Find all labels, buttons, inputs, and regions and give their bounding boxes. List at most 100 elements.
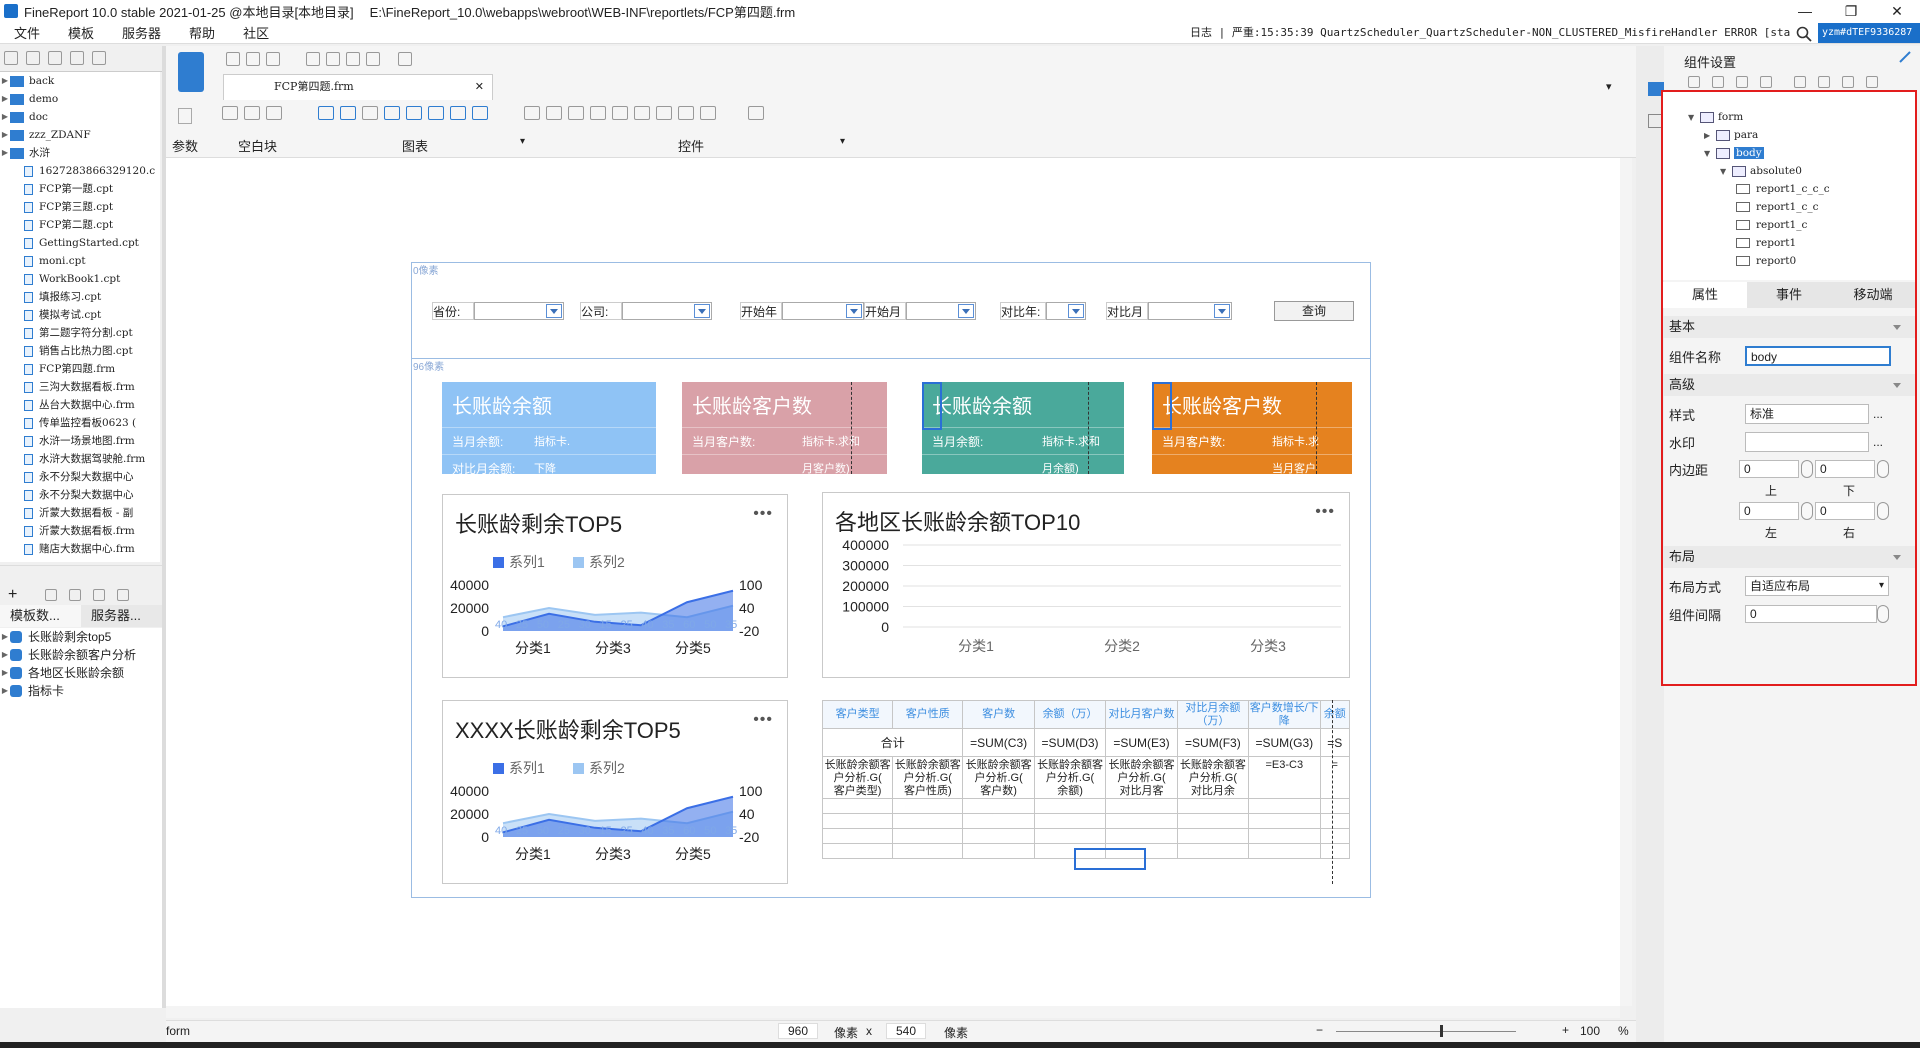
zoom-slider[interactable]	[1336, 1031, 1516, 1032]
cut-icon[interactable]	[1688, 76, 1700, 88]
table-cell[interactable]	[1105, 828, 1178, 844]
number-icon[interactable]	[656, 106, 672, 120]
chevron-down-icon[interactable]	[546, 304, 562, 318]
table-cell[interactable]: 长账龄余额客户分析.G(客户性质)	[892, 756, 964, 799]
log-line[interactable]: 日志 | 严重:15:35:39 QuartzScheduler_QuartzS…	[1190, 24, 1790, 44]
query-button[interactable]: 查询	[1274, 301, 1354, 321]
file-tree-item[interactable]: 模拟考试.cpt	[0, 306, 160, 324]
pin-icon[interactable]	[1898, 50, 1912, 64]
tab-template-dataset[interactable]: 模板数...	[0, 605, 81, 627]
table-cell[interactable]	[1033, 828, 1107, 844]
area-chart-icon[interactable]	[406, 106, 422, 120]
filter-compare-month-select[interactable]	[1148, 302, 1232, 320]
save-icon[interactable]	[226, 52, 240, 66]
table-cell[interactable]	[962, 843, 1035, 859]
table-cell[interactable]	[1105, 813, 1178, 829]
search-icon[interactable]	[1796, 26, 1812, 42]
file-tree-item[interactable]: WorkBook1.cpt	[0, 270, 160, 288]
table-cell[interactable]	[1319, 828, 1350, 844]
tab-close-icon[interactable]: ✕	[475, 75, 484, 99]
table-cell[interactable]	[962, 828, 1035, 844]
refresh-icon[interactable]	[26, 51, 40, 65]
table-cell[interactable]: 长账龄余额客户分析.G(客户数)	[962, 756, 1035, 799]
file-tree-item[interactable]: 水浒一场景地图.frm	[0, 432, 160, 450]
file-tree-item[interactable]: 永不分梨大数据中心	[0, 468, 160, 486]
paste-icon[interactable]	[346, 52, 360, 66]
chart-top5[interactable]: 长账龄剩余TOP5 ••• 系列1 系列2 40000 20000 0 100 40 -20 4…	[442, 494, 788, 678]
zoom-out-button[interactable]: −	[1316, 1023, 1323, 1037]
cut-icon[interactable]	[306, 52, 320, 66]
file-tree-item[interactable]: 赌店大数据中心.frm	[0, 540, 160, 558]
table-cell[interactable]	[962, 813, 1035, 829]
filter-start-year-select[interactable]	[782, 302, 864, 320]
file-tree-item[interactable]: moni.cpt	[0, 252, 160, 270]
label-icon[interactable]	[546, 106, 562, 120]
expand-icon[interactable]: ▶	[0, 144, 10, 162]
table-cell[interactable]	[892, 828, 964, 844]
chart-expand-icon[interactable]: ▾	[520, 136, 525, 147]
table-cell[interactable]: 长账龄余额客户分析.G(客户类型)	[822, 756, 894, 799]
table-header[interactable]: 客户类型	[822, 700, 894, 729]
absolute-layout-icon[interactable]	[222, 106, 238, 120]
table-cell[interactable]	[1176, 843, 1250, 859]
file-tree-scrollbar[interactable]	[0, 565, 162, 585]
combo-icon[interactable]	[678, 106, 694, 120]
file-tree-item[interactable]: FCP第一题.cpt	[0, 180, 160, 198]
dataset-item[interactable]: ▶ 各地区长账龄余额	[0, 664, 162, 682]
table-cell[interactable]	[892, 798, 964, 814]
file-tree-item[interactable]: 1627283866329120.c	[0, 162, 160, 180]
file-tree-item[interactable]: ▶ demo	[0, 90, 160, 108]
file-tree-item[interactable]: ▶ back	[0, 72, 160, 90]
table-cell[interactable]: =SUM(C3)	[962, 728, 1035, 757]
filter-compare-year-select[interactable]	[1046, 302, 1086, 320]
indicator-card[interactable]: 长账龄余额 当月余额: 指标卡. 对比月余额: 下降	[442, 382, 656, 474]
table-cell[interactable]	[962, 798, 1035, 814]
table-cell[interactable]	[1319, 798, 1350, 814]
chart-xxxx-top5[interactable]: XXXX长账龄剩余TOP5 ••• 系列1 系列2 40000 20000 0 100 40…	[442, 700, 788, 884]
redo-icon[interactable]	[266, 52, 280, 66]
file-tree-item[interactable]: 销售占比热力图.cpt	[0, 342, 160, 360]
table-header[interactable]: 对比月余额（万）	[1176, 700, 1250, 729]
bar-chart-icon[interactable]	[340, 106, 356, 120]
chart-region-top10[interactable]: 各地区长账龄余额TOP10 ••• 400000 300000 200000 1000…	[822, 492, 1350, 678]
text-input-icon[interactable]	[568, 106, 584, 120]
gauge-chart-icon[interactable]	[428, 106, 444, 120]
move-top-icon[interactable]	[1794, 76, 1806, 88]
canvas-height[interactable]: 540	[886, 1023, 926, 1039]
paste-icon[interactable]	[1736, 76, 1748, 88]
table-cell[interactable]	[822, 843, 894, 859]
search-widget-icon[interactable]	[748, 106, 764, 120]
selected-cell[interactable]	[1074, 848, 1146, 870]
table-cell[interactable]	[822, 813, 894, 829]
file-tree-item[interactable]: 水浒大数据驾驶舱.frm	[0, 450, 160, 468]
table-cell[interactable]	[1319, 813, 1350, 829]
server-dataset-icon[interactable]	[117, 589, 130, 601]
switch-icon[interactable]	[398, 52, 412, 66]
vertical-scrollbar[interactable]	[1620, 158, 1632, 1006]
file-tree-item[interactable]: 填报练习.cpt	[0, 288, 160, 306]
table-header[interactable]: 余额	[1319, 700, 1350, 729]
file-tree-item[interactable]: FCP第三题.cpt	[0, 198, 160, 216]
pie-chart-icon[interactable]	[318, 106, 334, 120]
file-tree-item[interactable]: GettingStarted.cpt	[0, 234, 160, 252]
move-icon[interactable]	[70, 51, 84, 65]
filter-company-select[interactable]	[622, 302, 712, 320]
table-cell[interactable]	[1176, 813, 1250, 829]
trash-icon[interactable]	[69, 589, 82, 601]
chevron-down-icon[interactable]	[1214, 304, 1230, 318]
dataset-item[interactable]: ▶ 长账龄余额客户分析	[0, 646, 162, 664]
chevron-down-icon[interactable]	[1068, 304, 1084, 318]
table-cell[interactable]	[1033, 798, 1107, 814]
table-cell[interactable]: =	[1319, 756, 1350, 799]
table-header[interactable]: 客户性质	[892, 700, 964, 729]
file-tree-item[interactable]: 三沟大数据看板.frm	[0, 378, 160, 396]
move-down-icon[interactable]	[1818, 76, 1830, 88]
delete-icon[interactable]	[92, 51, 106, 65]
button-icon[interactable]	[524, 106, 540, 120]
table-cell[interactable]: =SUM(D3)	[1033, 728, 1107, 757]
chevron-down-icon[interactable]	[958, 304, 974, 318]
file-tree-item[interactable]: FCP第四题.frm	[0, 360, 160, 378]
table-cell[interactable]	[822, 798, 894, 814]
table-cell[interactable]	[1248, 813, 1321, 829]
table-cell[interactable]: =SUM(E3)	[1105, 728, 1178, 757]
